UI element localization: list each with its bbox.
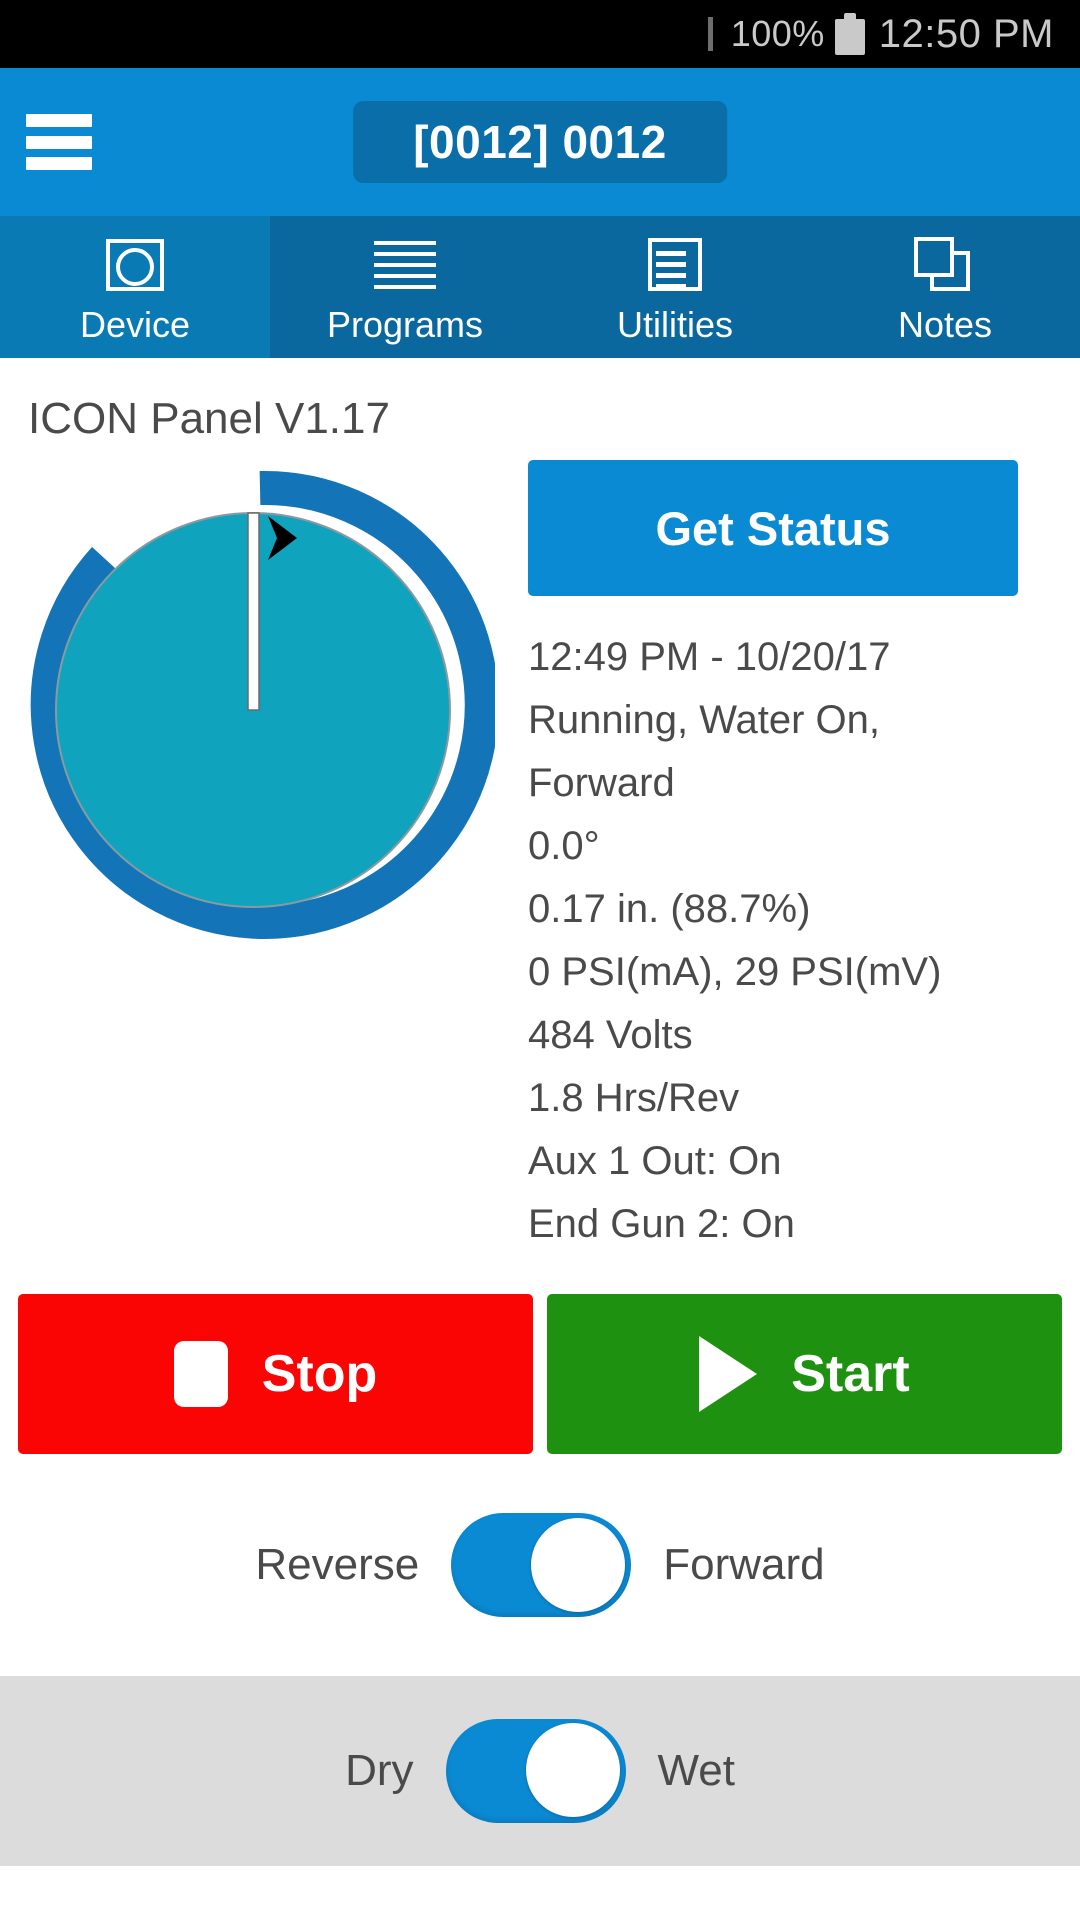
status-line: Forward	[528, 761, 675, 805]
status-line: 484 Volts	[528, 1013, 693, 1057]
pivot-dial-container	[0, 460, 520, 1256]
water-toggle-right-label: Wet	[657, 1746, 735, 1795]
status-column: Get Status 12:49 PM - 10/20/17 Running, …	[520, 460, 1080, 1256]
main-tab-bar: Device Programs Utilities Notes	[0, 216, 1080, 358]
status-line: 12:49 PM - 10/20/17	[528, 635, 891, 679]
water-toggle-row: Dry Wet	[0, 1676, 1080, 1866]
status-line: 0.17 in. (88.7%)	[528, 887, 811, 931]
pivot-dial-graphic	[30, 470, 495, 939]
status-line: 0.0°	[528, 824, 600, 868]
tab-utilities[interactable]: Utilities	[540, 216, 810, 358]
status-line: 1.8 Hrs/Rev	[528, 1076, 740, 1120]
status-bar-divider	[707, 17, 713, 51]
battery-percent-label: 100%	[730, 13, 825, 54]
tab-notes-label: Notes	[897, 304, 993, 345]
status-line: Running, Water On,	[528, 698, 881, 742]
hamburger-menu-icon[interactable]	[26, 114, 92, 170]
start-button-label: Start	[791, 1345, 910, 1403]
direction-toggle-left-label: Reverse	[255, 1540, 420, 1589]
pivot-dial[interactable]	[25, 470, 495, 940]
system-clock-label: 12:50 PM	[878, 11, 1054, 56]
direction-toggle-switch[interactable]	[451, 1513, 632, 1617]
page-title: ICON Panel V1.17	[28, 394, 390, 443]
tab-programs-label: Programs	[326, 304, 484, 345]
water-toggle-knob	[525, 1723, 620, 1817]
direction-toggle-row: Reverse Forward	[0, 1454, 1080, 1676]
tab-device-label: Device	[79, 304, 191, 345]
water-toggle-left-label: Dry	[345, 1746, 414, 1795]
device-title-pill[interactable]: [0012] 0012	[353, 101, 727, 183]
stop-button[interactable]: Stop	[18, 1294, 533, 1454]
stop-button-label: Stop	[261, 1345, 378, 1403]
status-readout: 12:49 PM - 10/20/17 Running, Water On, F…	[528, 626, 1060, 1256]
stop-square-icon	[173, 1341, 228, 1407]
device-icon	[102, 235, 168, 301]
app-bar: [0012] 0012	[0, 68, 1080, 216]
battery-full-icon	[834, 13, 865, 55]
tab-programs[interactable]: Programs	[270, 216, 540, 358]
status-line: End Gun 2: On	[528, 1202, 795, 1246]
programs-icon	[372, 235, 438, 301]
system-status-bar: 100% 12:50 PM	[0, 0, 1080, 68]
tab-utilities-label: Utilities	[616, 304, 733, 345]
water-toggle-switch[interactable]	[445, 1719, 626, 1823]
get-status-button[interactable]: Get Status	[528, 460, 1018, 596]
notes-icon	[912, 235, 978, 301]
device-page-content: ICON Panel V1.17 Get Status 12:49 PM - 1…	[0, 358, 1080, 1866]
machine-control-row: Stop Start	[0, 1256, 1080, 1454]
status-line: 0 PSI(mA), 29 PSI(mV)	[528, 950, 942, 994]
device-title-label: [0012] 0012	[413, 116, 667, 168]
play-triangle-icon	[699, 1336, 758, 1412]
tab-device[interactable]: Device	[0, 216, 270, 358]
dial-and-status-row: Get Status 12:49 PM - 10/20/17 Running, …	[0, 460, 1080, 1256]
utilities-icon	[642, 235, 708, 301]
pivot-arm-pointer	[247, 512, 260, 711]
tab-notes[interactable]: Notes	[810, 216, 1080, 358]
direction-toggle-knob	[531, 1518, 626, 1612]
start-button[interactable]: Start	[547, 1294, 1062, 1454]
direction-toggle-right-label: Forward	[663, 1540, 825, 1589]
status-line: Aux 1 Out: On	[528, 1139, 782, 1183]
